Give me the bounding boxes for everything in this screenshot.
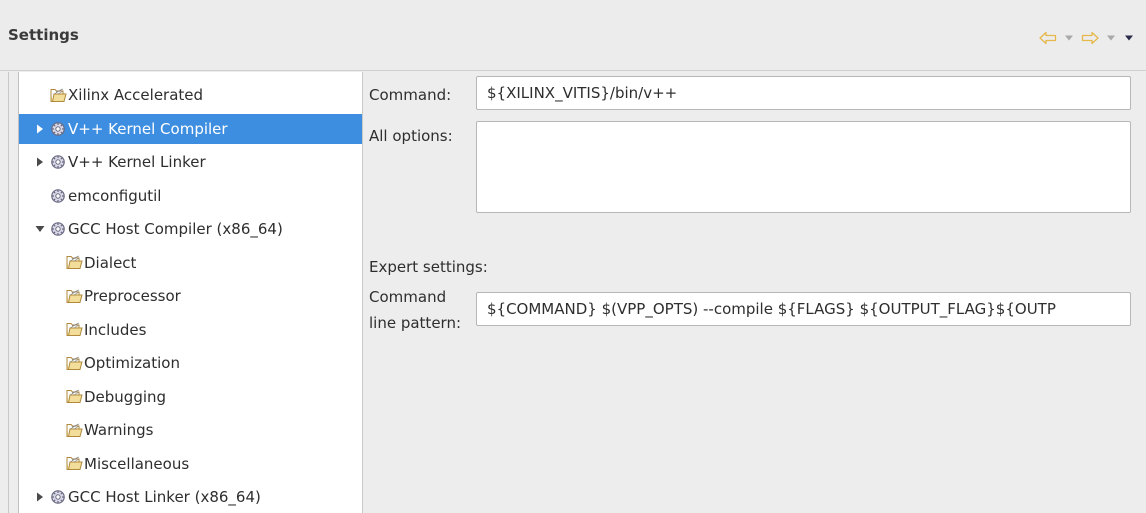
command-label: Command: <box>369 86 452 104</box>
settings-header: Settings <box>0 0 1146 71</box>
tree-item-label: Optimization <box>84 354 180 372</box>
folder-icon <box>65 354 83 372</box>
pattern-label-line2: line pattern: <box>369 314 462 332</box>
tool-icon <box>49 220 67 238</box>
tool-icon <box>49 488 67 506</box>
tool-settings-panel: Command: ${XILINX_VITIS}/bin/v++ All opt… <box>362 72 1146 513</box>
tree-item-warnings[interactable]: Warnings <box>19 415 362 445</box>
tree-item-emconfigutil[interactable]: emconfigutil <box>19 181 362 211</box>
folder-icon <box>65 321 83 339</box>
tree-item-label: Debugging <box>84 387 167 406</box>
view-menu-icon[interactable] <box>1122 30 1136 46</box>
expand-arrow-icon[interactable] <box>33 114 47 144</box>
tree-item-label: emconfigutil <box>68 186 162 205</box>
folder-icon <box>65 254 83 272</box>
tree-item-optimization[interactable]: Optimization <box>19 348 362 378</box>
tree-item-label: GCC Host Compiler (x86_64) <box>68 220 283 238</box>
settings-tree: Xilinx Accelerated V++ Kernel Compiler V++… <box>18 72 363 513</box>
tree-item-v-kernel-compiler[interactable]: V++ Kernel Compiler <box>19 113 362 144</box>
nav-toolbar <box>1038 30 1136 46</box>
tree-item-v-kernel-linker[interactable]: V++ Kernel Linker <box>19 147 362 177</box>
expand-arrow-icon[interactable] <box>33 147 47 177</box>
tool-icon <box>49 187 67 205</box>
tree-item-label: Xilinx Accelerated <box>68 86 204 104</box>
tree-item-label: Includes <box>84 320 147 339</box>
tree-item-label: V++ Kernel Compiler <box>68 119 228 138</box>
tree-item-label: Warnings <box>84 421 154 439</box>
tree-item-debugging[interactable]: Debugging <box>19 382 362 412</box>
tree-item-label: Preprocessor <box>84 287 181 305</box>
forward-history-dropdown-icon[interactable] <box>1104 30 1118 46</box>
tool-icon <box>49 153 67 171</box>
folder-icon <box>65 388 83 406</box>
tree-item-dialect[interactable]: Dialect <box>19 248 362 278</box>
folder-icon <box>49 86 67 104</box>
page-title: Settings <box>8 26 79 44</box>
collapse-arrow-icon[interactable] <box>33 214 47 244</box>
folder-icon <box>65 455 83 473</box>
tree-item-gcc-host-linker-x86-64[interactable]: GCC Host Linker (x86_64) <box>19 482 362 512</box>
left-separator <box>8 72 9 513</box>
command-field[interactable]: ${XILINX_VITIS}/bin/v++ <box>476 76 1131 110</box>
tree-item-miscellaneous[interactable]: Miscellaneous <box>19 449 362 479</box>
pattern-label-line1: Command <box>369 288 447 306</box>
tree-item-includes[interactable]: Includes <box>19 315 362 345</box>
tree-item-xilinx-accelerated[interactable]: Xilinx Accelerated <box>19 80 362 110</box>
command-line-pattern-field[interactable]: ${COMMAND} $(VPP_OPTS) --compile ${FLAGS… <box>476 292 1131 326</box>
tree-item-preprocessor[interactable]: Preprocessor <box>19 281 362 311</box>
tool-icon <box>49 120 67 138</box>
folder-icon <box>65 287 83 305</box>
forward-arrow-icon[interactable] <box>1080 30 1100 46</box>
tree-item-gcc-host-compiler-x86-64[interactable]: GCC Host Compiler (x86_64) <box>19 214 362 244</box>
back-history-dropdown-icon[interactable] <box>1062 30 1076 46</box>
tree-item-label: V++ Kernel Linker <box>68 153 206 171</box>
expand-arrow-icon[interactable] <box>33 482 47 512</box>
all-options-field[interactable] <box>476 121 1131 213</box>
folder-icon <box>65 421 83 439</box>
tree-item-label: GCC Host Linker (x86_64) <box>68 488 261 506</box>
expert-settings-label: Expert settings: <box>369 258 488 276</box>
all-options-label: All options: <box>369 127 453 145</box>
tree-item-label: Dialect <box>84 253 137 272</box>
back-arrow-icon[interactable] <box>1038 30 1058 46</box>
tree-item-label: Miscellaneous <box>84 454 190 473</box>
